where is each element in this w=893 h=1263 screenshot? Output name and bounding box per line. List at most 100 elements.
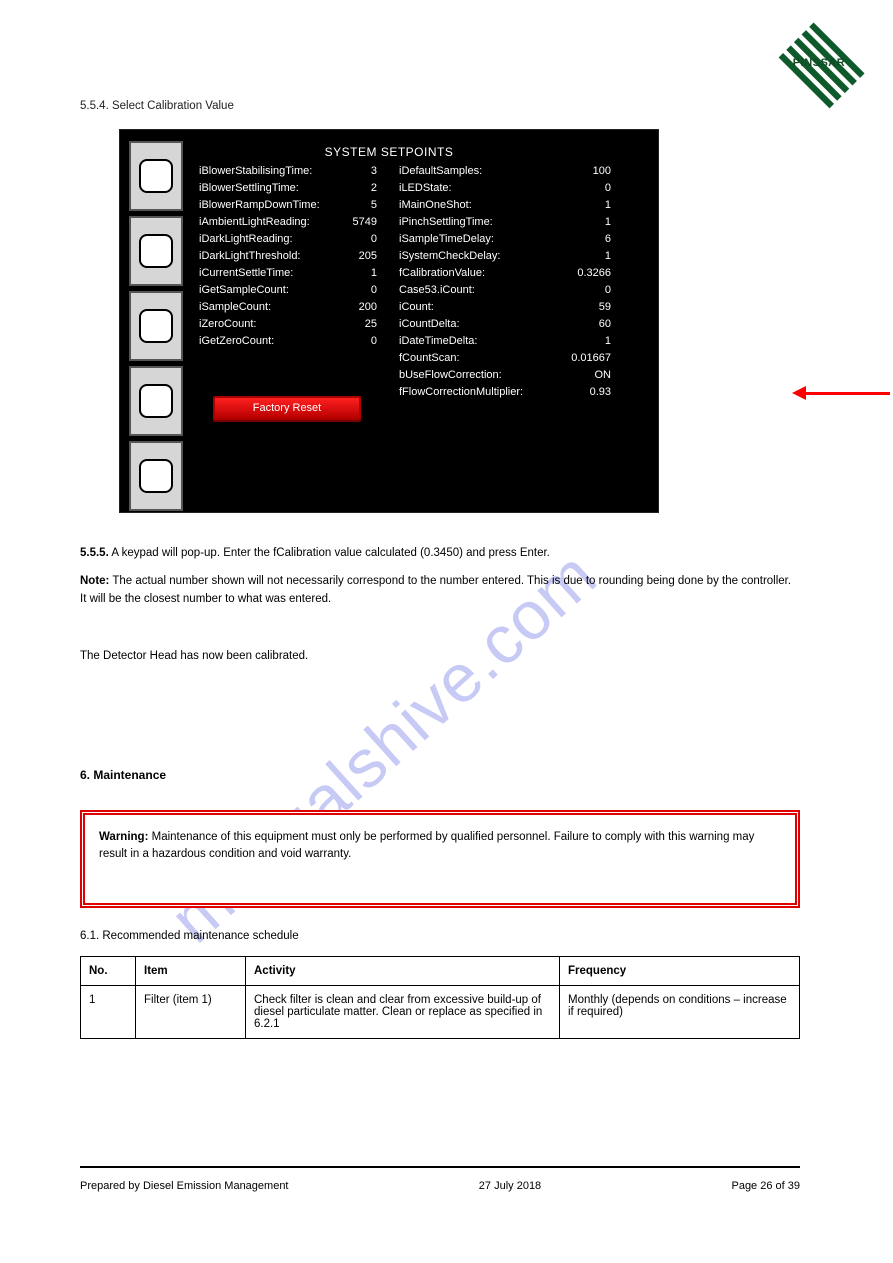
setpoint-value: 60 (559, 316, 621, 333)
setpoint-row[interactable]: iDarkLightThreshold:205 (199, 248, 399, 265)
setpoint-label: iZeroCount: (199, 316, 339, 333)
factory-reset-button[interactable]: Factory Reset (213, 396, 361, 420)
setpoint-row[interactable]: iSampleTimeDelay:6 (399, 231, 649, 248)
setpoint-value: 205 (339, 248, 387, 265)
warning-text: Maintenance of this equipment must only … (99, 831, 754, 860)
note-text: The actual number shown will not necessa… (80, 575, 791, 605)
instruction-text: 5.5.5. A keypad will pop-up. Enter the f… (80, 545, 800, 676)
setpoint-row[interactable]: bUseFlowCorrection:ON (399, 367, 649, 384)
step-text: A keypad will pop-up. Enter the fCalibra… (109, 547, 550, 559)
hardware-button-4[interactable] (139, 384, 173, 418)
setpoint-row[interactable]: iCount:59 (399, 299, 649, 316)
setpoint-value: 3 (339, 163, 387, 180)
setpoint-row[interactable]: iSampleCount:200 (199, 299, 399, 316)
setpoint-label: iGetZeroCount: (199, 333, 339, 350)
setpoint-value: 25 (339, 316, 387, 333)
cell-frequency: Monthly (depends on conditions – increas… (560, 986, 800, 1039)
setpoint-row[interactable]: iCountDelta:60 (399, 316, 649, 333)
setpoint-row[interactable]: fCalibrationValue:0.3266 (399, 265, 649, 282)
setpoint-value: 1 (559, 248, 621, 265)
setpoint-value: 1 (339, 265, 387, 282)
screen-title: SYSTEM SETPOINTS (121, 145, 657, 159)
setpoint-value: 100 (559, 163, 621, 180)
setpoint-row[interactable]: iPinchSettlingTime:1 (399, 214, 649, 231)
setpoint-row[interactable]: iGetZeroCount:0 (199, 333, 399, 350)
setpoint-label: iLEDState: (399, 180, 559, 197)
setpoint-value: 1 (559, 197, 621, 214)
cell-activity: Check filter is clean and clear from exc… (246, 986, 560, 1039)
device-screenshot: SYSTEM SETPOINTS iBlowerStabilisingTime:… (120, 130, 680, 512)
device-screen: SYSTEM SETPOINTS iBlowerStabilisingTime:… (120, 130, 658, 512)
setpoint-row[interactable]: iCurrentSettleTime:1 (199, 265, 399, 282)
setpoint-label: iGetSampleCount: (199, 282, 339, 299)
setpoint-row[interactable]: Case53.iCount:0 (399, 282, 649, 299)
step-heading: 5.5.4. Select Calibration Value (80, 100, 234, 112)
setpoint-row[interactable]: iAmbientLightReading:5749 (199, 214, 399, 231)
warning-label: Warning: (99, 831, 148, 843)
setpoint-label: iPinchSettlingTime: (399, 214, 559, 231)
setpoint-row[interactable]: iZeroCount:25 (199, 316, 399, 333)
col-no: No. (81, 957, 136, 986)
setpoint-label: iBlowerSettlingTime: (199, 180, 339, 197)
setpoint-label: iDefaultSamples: (399, 163, 559, 180)
setpoint-label: iCurrentSettleTime: (199, 265, 339, 282)
table-row: 1 Filter (item 1) Check filter is clean … (81, 986, 800, 1039)
setpoint-value: 200 (339, 299, 387, 316)
hardware-button-5[interactable] (139, 459, 173, 493)
setpoint-row[interactable]: iGetSampleCount:0 (199, 282, 399, 299)
setpoint-value: 1 (559, 214, 621, 231)
setpoint-value: 0 (339, 231, 387, 248)
setpoint-label: iDateTimeDelta: (399, 333, 559, 350)
setpoint-row[interactable]: iDefaultSamples:100 (399, 163, 649, 180)
setpoint-label: bUseFlowCorrection: (399, 367, 559, 384)
setpoint-row[interactable]: iDateTimeDelta:1 (399, 333, 649, 350)
footer-page: Page 26 of 39 (731, 1180, 800, 1192)
setpoint-label: fCalibrationValue: (399, 265, 559, 282)
section-heading: 6. Maintenance (80, 768, 166, 782)
col-frequency: Frequency (560, 957, 800, 986)
setpoint-row[interactable]: iBlowerRampDownTime:5 (199, 197, 399, 214)
setpoint-value: 1 (559, 333, 621, 350)
side-button-slot (129, 366, 183, 436)
setpoint-label: iCount: (399, 299, 559, 316)
setpoint-value: 0.3266 (559, 265, 621, 282)
footer-author: Prepared by Diesel Emission Management (80, 1180, 289, 1192)
setpoint-label: iDarkLightThreshold: (199, 248, 339, 265)
hardware-button-2[interactable] (139, 234, 173, 268)
hardware-button-3[interactable] (139, 309, 173, 343)
setpoint-value: 0 (339, 282, 387, 299)
setpoint-label: iSampleTimeDelay: (399, 231, 559, 248)
cell-no: 1 (81, 986, 136, 1039)
hardware-button-1[interactable] (139, 159, 173, 193)
footer-date: 27 July 2018 (479, 1180, 541, 1192)
page-footer: Prepared by Diesel Emission Management 2… (80, 1166, 800, 1192)
setpoint-label: iSystemCheckDelay: (399, 248, 559, 265)
warning-box: Warning: Maintenance of this equipment m… (80, 810, 800, 908)
setpoint-row[interactable]: iLEDState:0 (399, 180, 649, 197)
arrow-head-icon (792, 386, 806, 400)
setpoint-label: iAmbientLightReading: (199, 214, 339, 231)
setpoint-row[interactable]: fCountScan:0.01667 (399, 350, 649, 367)
section-number: 6. (80, 768, 90, 782)
subsection-heading: 6.1. Recommended maintenance schedule (80, 930, 299, 942)
setpoint-row[interactable]: fFlowCorrectionMultiplier:0.93 (399, 384, 649, 401)
setpoint-value: 0 (559, 180, 621, 197)
setpoint-value: 6 (559, 231, 621, 248)
setpoint-row[interactable]: iSystemCheckDelay:1 (399, 248, 649, 265)
setpoint-row[interactable]: iMainOneShot:1 (399, 197, 649, 214)
setpoint-value: 5 (339, 197, 387, 214)
setpoint-row[interactable]: iBlowerSettlingTime:2 (199, 180, 399, 197)
setpoint-value: 59 (559, 299, 621, 316)
col-activity: Activity (246, 957, 560, 986)
setpoint-row[interactable]: iDarkLightReading:0 (199, 231, 399, 248)
calibration-done: The Detector Head has now been calibrate… (80, 650, 308, 662)
table-header-row: No. Item Activity Frequency (81, 957, 800, 986)
setpoint-row[interactable]: iBlowerStabilisingTime:3 (199, 163, 399, 180)
setpoint-value: 5749 (339, 214, 387, 231)
setpoint-value: 0.01667 (559, 350, 621, 367)
setpoint-label: fFlowCorrectionMultiplier: (399, 384, 559, 401)
side-button-column (129, 141, 183, 516)
setpoint-value: 2 (339, 180, 387, 197)
setpoint-label: iMainOneShot: (399, 197, 559, 214)
step-number: 5.5.5. (80, 547, 109, 559)
